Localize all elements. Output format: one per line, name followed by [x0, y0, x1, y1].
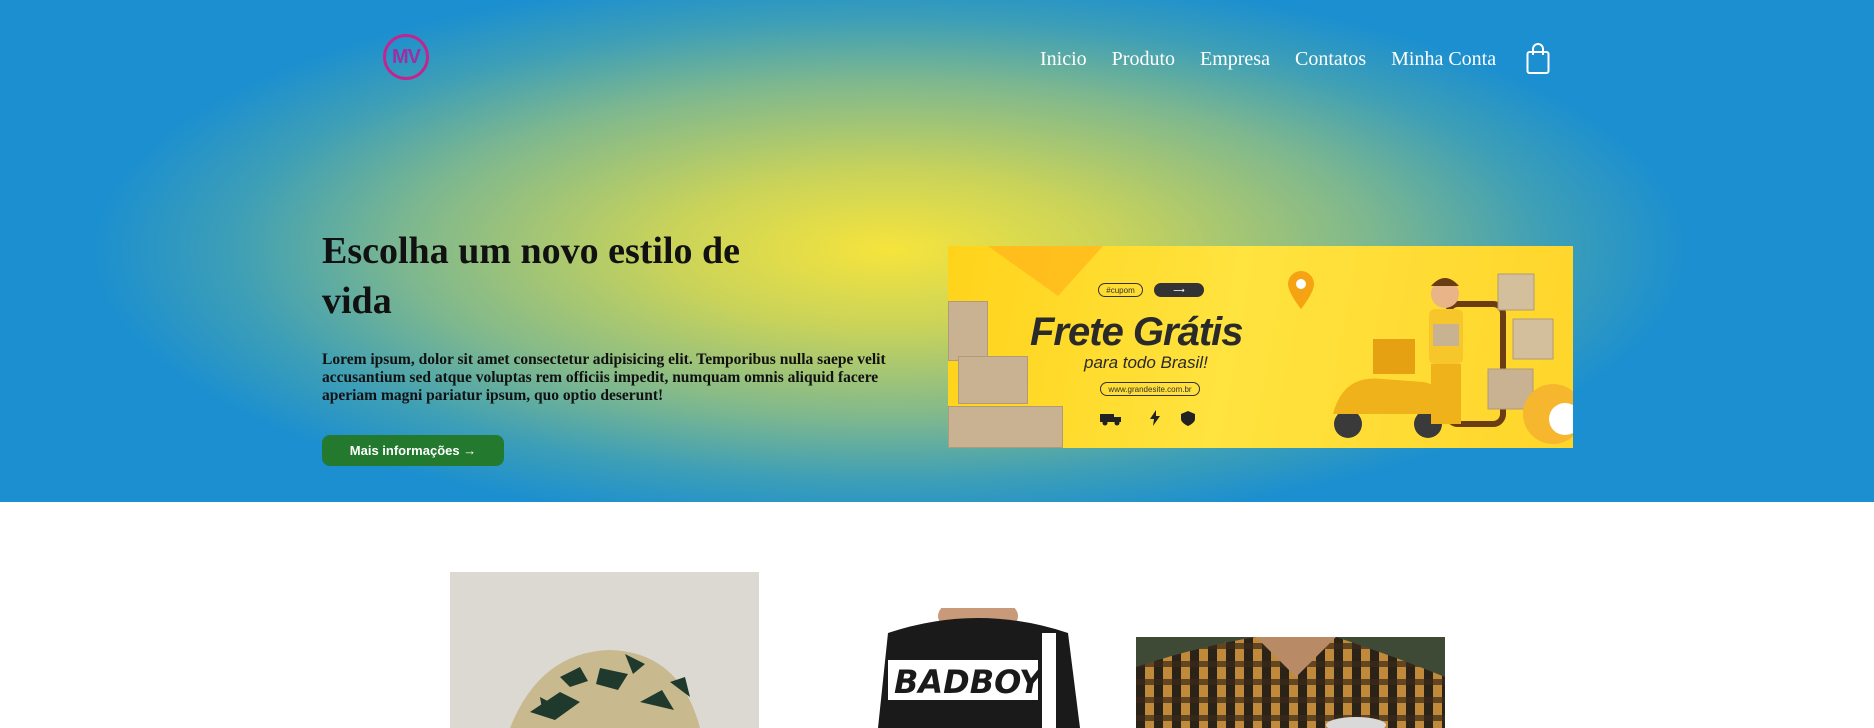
arrow-pill: ⟶	[1154, 283, 1204, 297]
product-image-plaid-shirt[interactable]	[1136, 637, 1445, 728]
nav-link-minha-conta[interactable]: Minha Conta	[1391, 48, 1496, 71]
free-shipping-banner[interactable]: #cupom ⟶ Frete Grátis para todo Brasil! …	[948, 246, 1573, 448]
delivery-courier-illustration	[1333, 273, 1573, 444]
lightning-icon	[1150, 410, 1160, 426]
hero-description: Lorem ipsum, dolor sit amet consectetur …	[322, 351, 886, 404]
hero-section: MV Inicio Produto Empresa Contatos Minha…	[0, 0, 1874, 502]
product-image-badboy-shirt[interactable]: BADBOY	[868, 608, 1088, 728]
plaid-shirt-illustration	[1136, 637, 1445, 728]
logo[interactable]: MV	[383, 34, 429, 80]
product-image-beanie[interactable]	[450, 572, 759, 728]
orange-triangle-decoration	[988, 246, 1103, 296]
nav-link-produto[interactable]: Produto	[1112, 48, 1175, 71]
svg-text:BADBOY: BADBOY	[894, 663, 1045, 701]
main-nav: Inicio Produto Empresa Contatos Minha Co…	[1040, 48, 1496, 71]
package-box	[958, 356, 1028, 404]
nav-link-inicio[interactable]: Inicio	[1040, 48, 1087, 71]
nav-link-empresa[interactable]: Empresa	[1200, 48, 1270, 71]
shopping-bag-icon[interactable]	[1526, 43, 1550, 75]
products-section: BADBOY	[0, 502, 1874, 728]
more-info-button[interactable]: Mais informações →	[322, 435, 504, 466]
shield-icon	[1181, 411, 1195, 426]
camo-beanie-illustration	[450, 572, 759, 728]
hero-title: Escolha um novo estilo de vida	[322, 230, 741, 322]
banner-subtitle: para todo Brasil!	[1084, 353, 1208, 372]
package-box	[948, 301, 988, 361]
coupon-pill: #cupom	[1098, 283, 1143, 297]
package-box	[948, 406, 1063, 448]
banner-title: Frete Grátis	[1030, 310, 1244, 354]
badboy-shirt-illustration: BADBOY	[868, 608, 1088, 728]
site-pill: www.grandesite.com.br	[1100, 382, 1200, 396]
nav-link-contatos[interactable]: Contatos	[1295, 48, 1366, 71]
truck-icon	[1100, 414, 1121, 426]
